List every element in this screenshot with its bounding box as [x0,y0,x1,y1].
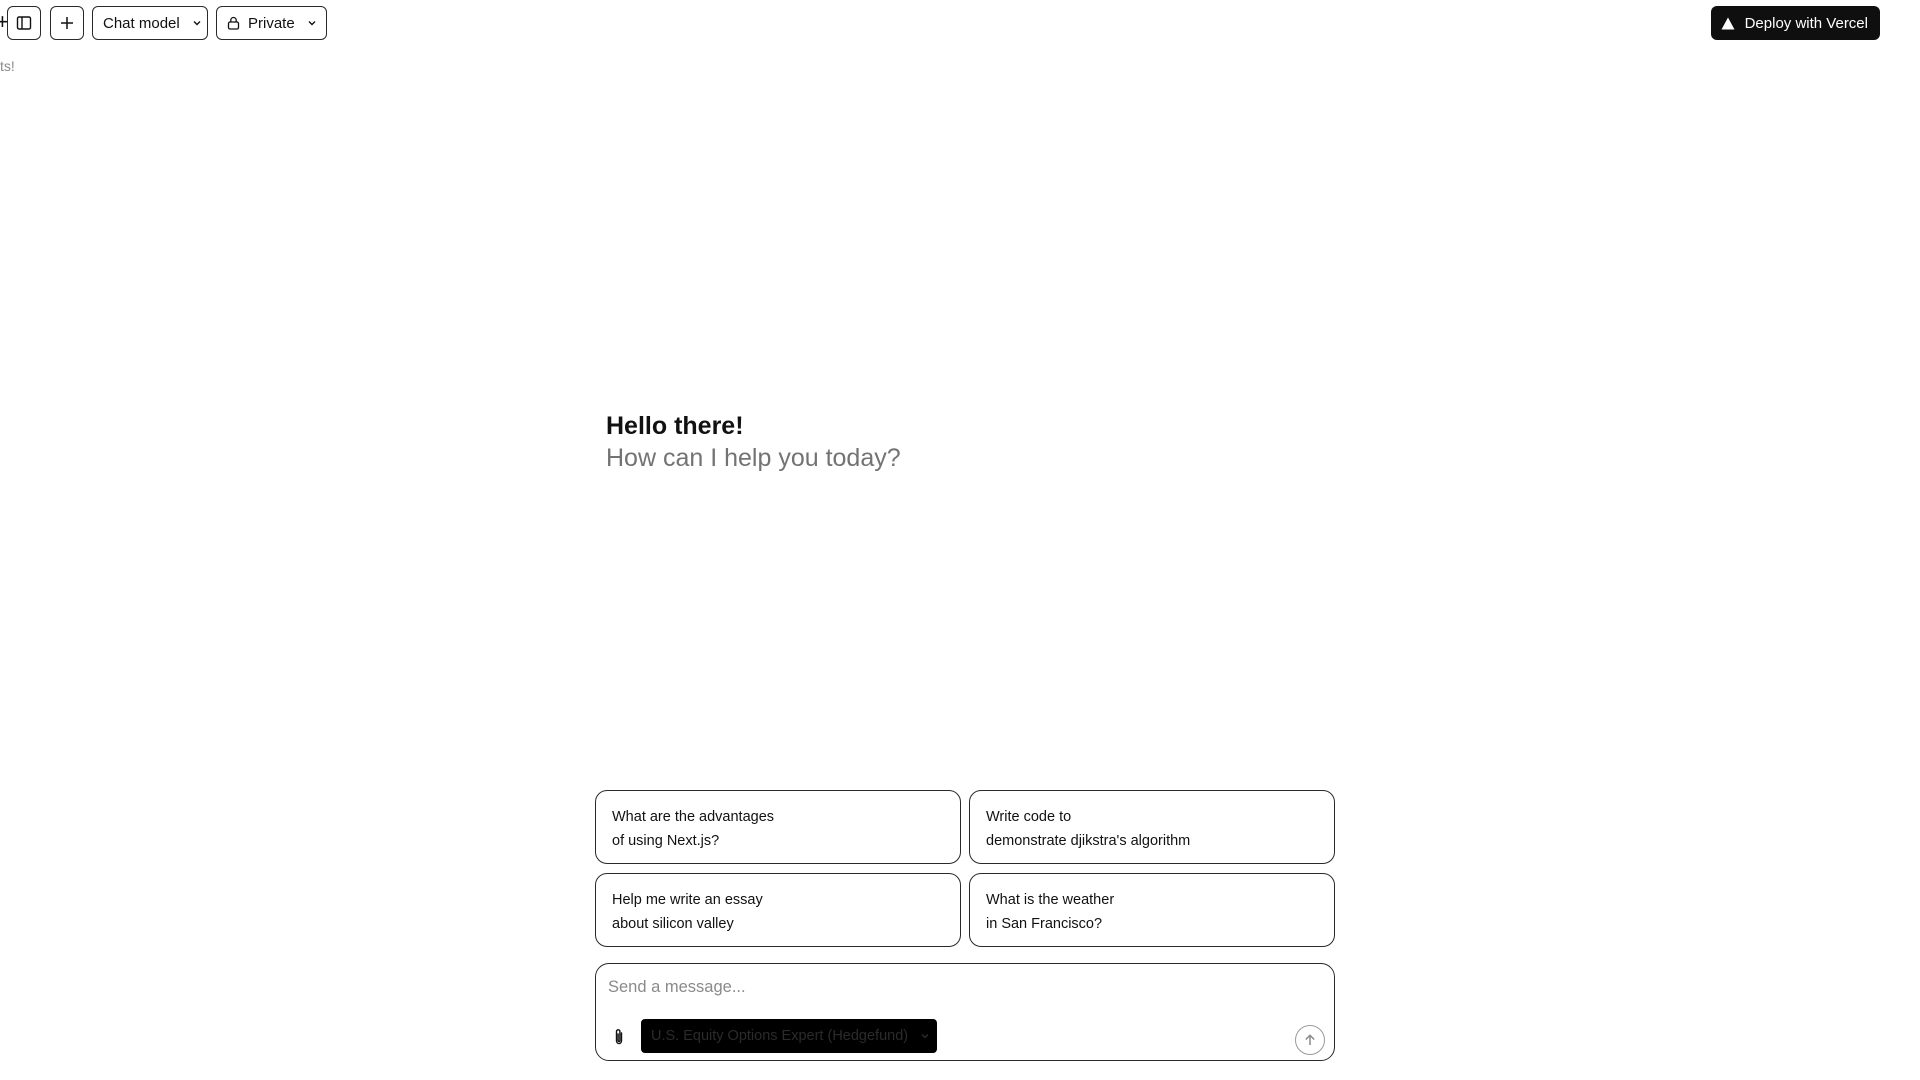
suggestion-card[interactable]: What is the weather in San Francisco? [969,873,1335,947]
chat-model-selector[interactable]: Chat model [92,6,208,40]
suggested-actions: What are the advantages of using Next.js… [595,790,1335,947]
chevron-down-icon [307,18,317,28]
suggestion-line: Help me write an essay [612,892,763,908]
paperclip-icon [612,1028,626,1046]
model-select[interactable]: U.S. Equity Options Expert (Hedgefund) [641,1019,937,1053]
greeting: Hello there! How can I help you today? [606,410,1306,474]
visibility-label: Private [248,14,295,32]
sidebar-text-fragment: ts! [0,58,15,74]
sidebar-toggle-icon [16,15,32,31]
plus-icon [59,15,75,31]
chevron-down-icon [920,1031,930,1041]
visibility-selector[interactable]: Private [216,6,327,40]
message-composer: U.S. Equity Options Expert (Hedgefund) [595,963,1335,1061]
suggestion-line: in San Francisco? [986,916,1103,932]
suggestion-card[interactable]: Help me write an essay about silicon val… [595,873,961,947]
suggestion-line: Write code to [986,809,1072,825]
suggestion-line: What are the advantages [612,809,775,825]
vercel-triangle-icon [1721,17,1735,30]
chat-model-label: Chat model [103,14,180,32]
greeting-subtitle: How can I help you today? [606,444,901,472]
attach-button[interactable] [608,1026,630,1048]
suggestion-card[interactable]: Write code to demonstrate djikstra's alg… [969,790,1335,864]
message-input[interactable] [608,972,1308,1002]
lock-icon [227,16,240,30]
greeting-title: Hello there! [606,412,744,440]
suggestion-line: about silicon valley [612,916,734,932]
app-root: + ts! Chat model Private Deploy with Ver… [0,0,1920,1080]
new-chat-button[interactable] [50,6,84,40]
sidebar-toggle-button[interactable] [7,6,41,40]
send-button[interactable] [1295,1025,1325,1055]
suggestion-line: What is the weather [986,892,1115,908]
model-select-label: U.S. Equity Options Expert (Hedgefund) [651,1028,909,1044]
arrow-up-icon [1303,1033,1317,1047]
header: Chat model Private Deploy with Vercel [0,0,1920,46]
chevron-down-icon [192,18,202,28]
suggestion-line: of using Next.js? [612,833,720,849]
suggestion-card[interactable]: What are the advantages of using Next.js… [595,790,961,864]
suggestion-line: demonstrate djikstra's algorithm [986,833,1191,849]
deploy-with-vercel-button[interactable]: Deploy with Vercel [1710,6,1880,40]
deploy-label: Deploy with Vercel [1744,14,1868,32]
